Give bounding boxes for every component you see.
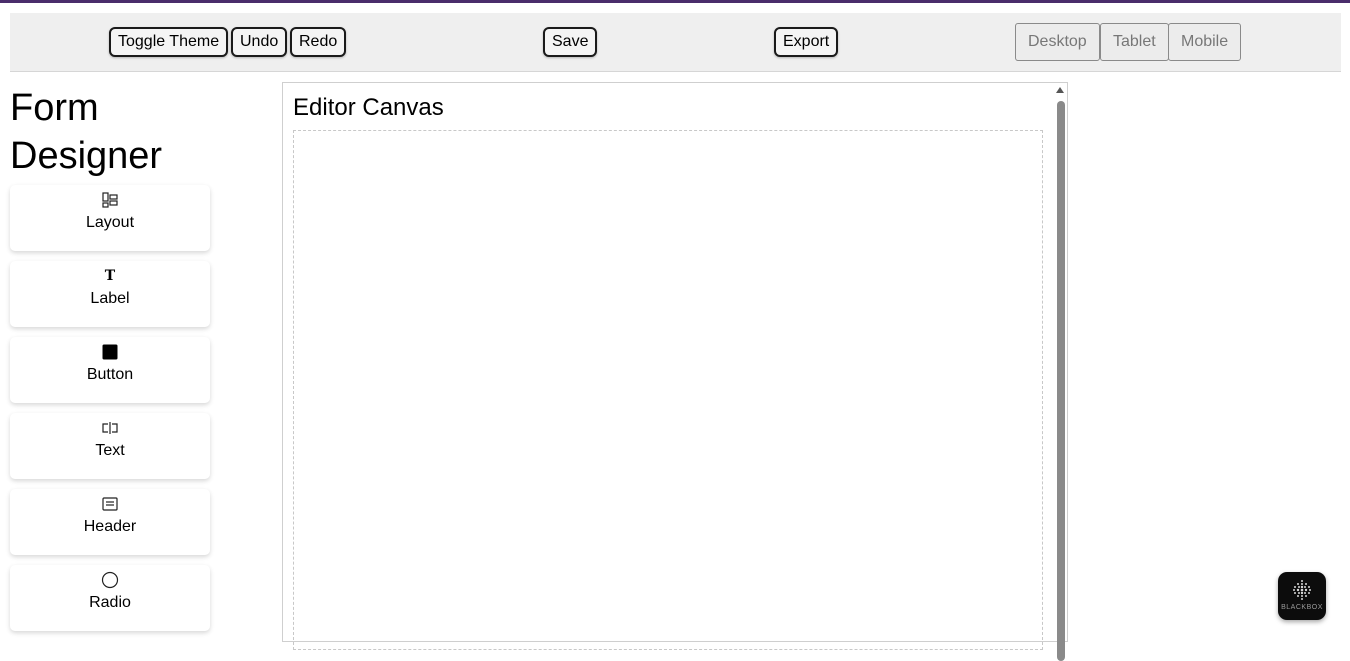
- palette-item-label: Text: [95, 442, 125, 459]
- toggle-theme-button[interactable]: Toggle Theme: [109, 27, 229, 57]
- top-accent-strip: [0, 0, 1350, 3]
- export-button[interactable]: Export: [774, 27, 839, 57]
- palette-item-text[interactable]: Text: [10, 413, 210, 479]
- view-desktop-button[interactable]: Desktop: [1015, 23, 1100, 61]
- palette-item-label: Button: [86, 366, 134, 383]
- header-card-icon: [10, 495, 210, 513]
- radio-circle-icon: [10, 571, 210, 589]
- palette-item-label: Header: [83, 518, 137, 535]
- canvas-title: Editor Canvas: [293, 94, 444, 121]
- view-mobile-button[interactable]: Mobile: [1168, 23, 1242, 61]
- palette-item-button[interactable]: Button: [10, 337, 210, 403]
- component-palette: Layout T Label Button Text Header Radio: [10, 185, 210, 641]
- save-button[interactable]: Save: [543, 27, 598, 57]
- view-tablet-button[interactable]: Tablet: [1100, 23, 1169, 61]
- scroll-up-arrow-icon[interactable]: [1056, 87, 1064, 93]
- undo-button[interactable]: Undo: [231, 27, 288, 57]
- assistant-label: BLACKBOX: [1281, 604, 1323, 611]
- assistant-button[interactable]: BLACKBOX: [1278, 572, 1326, 620]
- palette-item-layout[interactable]: Layout: [10, 185, 210, 251]
- canvas-scrollbar[interactable]: [1057, 101, 1065, 661]
- palette-item-label[interactable]: T Label: [10, 261, 210, 327]
- toolbar: Toggle Theme Undo Redo Save Export Deskt…: [10, 13, 1341, 72]
- redo-button[interactable]: Redo: [290, 27, 347, 57]
- palette-item-label: Radio: [89, 594, 131, 611]
- filled-square-icon: [10, 343, 210, 361]
- editor-canvas-panel: Editor Canvas: [282, 82, 1068, 661]
- text-t-icon: T: [104, 268, 116, 284]
- sidebar-title-line2: Designer: [10, 135, 163, 177]
- canvas-drop-zone[interactable]: [293, 130, 1043, 650]
- sidebar-title-line1: Form: [10, 87, 99, 129]
- palette-item-label: Layout: [85, 214, 135, 231]
- palette-item-radio[interactable]: Radio: [10, 565, 210, 631]
- dot-grid-logo-icon: [1293, 580, 1311, 600]
- palette-item-label: Label: [90, 290, 130, 307]
- palette-item-header[interactable]: Header: [10, 489, 210, 555]
- sidebar-title: Form Designer: [10, 84, 270, 180]
- layout-icon: [10, 191, 210, 209]
- text-input-icon: [10, 419, 210, 437]
